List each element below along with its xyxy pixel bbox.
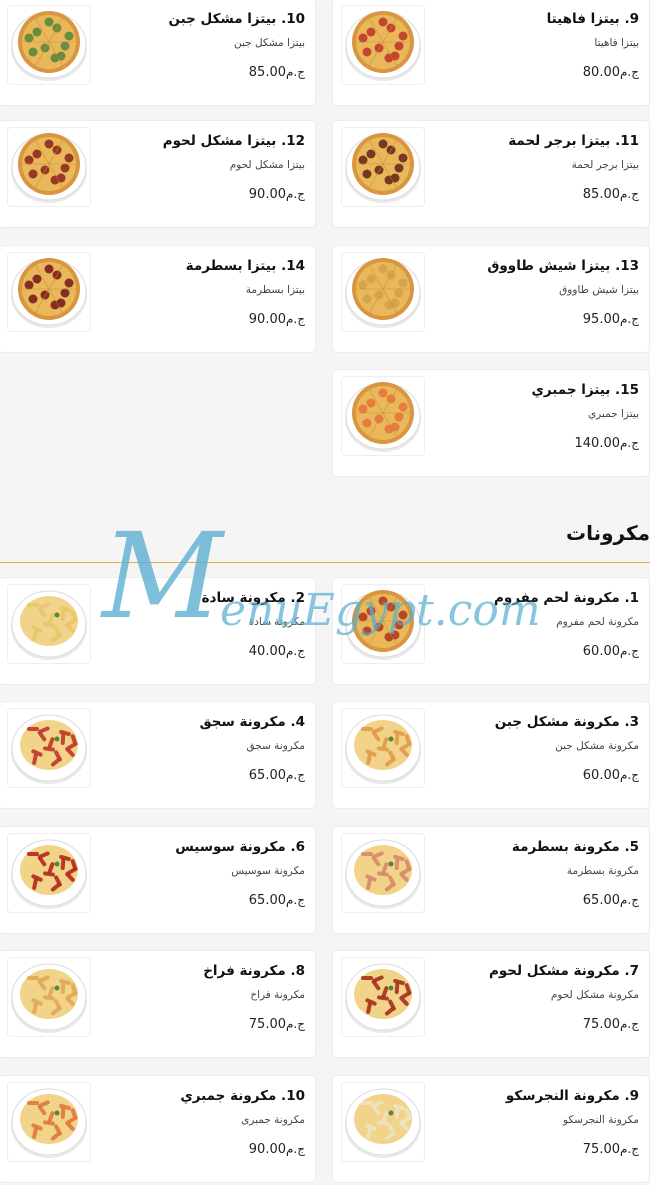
item-name: 12. بيتزا مشكل لحوم <box>162 133 305 149</box>
section-divider <box>0 562 650 563</box>
item-name: 3. مكرونة مشكل جبن <box>494 714 639 730</box>
item-name: 14. بيتزا بسطرمة <box>185 258 305 274</box>
item-description: مكرونة مشكل لحوم <box>550 989 639 1001</box>
menu-item-card[interactable]: 2. مكرونة سادة مكرونة سادة 40.00ج.م <box>0 577 316 685</box>
menu-item-card[interactable]: 7. مكرونة مشكل لحوم مكرونة مشكل لحوم 75.… <box>332 950 650 1058</box>
food-image <box>341 376 425 456</box>
menu-item-card[interactable]: 6. مكرونة سوسيس مكرونة سوسيس 65.00ج.م <box>0 826 316 934</box>
item-name: 11. بيتزا برجر لحمة <box>508 133 639 149</box>
item-description: مكرونة سجق <box>246 740 305 752</box>
item-name: 8. مكرونة فراخ <box>203 963 305 979</box>
item-description: مكرونة جمبرى <box>241 1114 305 1126</box>
food-image <box>7 127 91 207</box>
item-price: 40.00ج.م <box>248 644 305 659</box>
item-price: 90.00ج.م <box>248 312 305 327</box>
item-description: مكرونة مشكل جبن <box>555 740 639 752</box>
menu-item-card[interactable]: 9. مكرونة النجرسكو مكرونة النجرسكو 75.00… <box>332 1075 650 1183</box>
food-image <box>341 252 425 332</box>
item-price: 85.00ج.م <box>582 187 639 202</box>
item-name: 1. مكرونة لحم مفروم <box>493 590 639 606</box>
menu-item-card[interactable]: 8. مكرونة فراخ مكرونة فراخ 75.00ج.م <box>0 950 316 1058</box>
food-image <box>341 708 425 788</box>
section-title: مكرونات <box>565 521 650 545</box>
food-image <box>341 1082 425 1162</box>
item-name: 10. بيتزا مشكل جبن <box>168 11 305 27</box>
item-description: بيتزا شيش طاووق <box>559 284 639 296</box>
item-price: 95.00ج.م <box>582 312 639 327</box>
food-image <box>7 252 91 332</box>
food-image <box>341 957 425 1037</box>
menu-item-card[interactable]: 13. بيتزا شيش طاووق بيتزا شيش طاووق 95.0… <box>332 245 650 353</box>
menu-item-card[interactable]: 12. بيتزا مشكل لحوم بيتزا مشكل لحوم 90.0… <box>0 120 316 228</box>
menu-item-card[interactable]: 11. بيتزا برجر لحمة بيتزا برجر لحمة 85.0… <box>332 120 650 228</box>
item-price: 75.00ج.م <box>248 1017 305 1032</box>
item-price: 65.00ج.م <box>582 893 639 908</box>
menu-item-card[interactable]: 1. مكرونة لحم مفروم مكرونة لحم مفروم 60.… <box>332 577 650 685</box>
food-image <box>7 1082 91 1162</box>
item-name: 9. مكرونة النجرسكو <box>505 1088 639 1104</box>
food-image <box>7 708 91 788</box>
item-description: مكرونة سوسيس <box>231 865 305 877</box>
item-description: بيتزا جمبري <box>587 408 639 420</box>
food-image <box>7 833 91 913</box>
item-name: 5. مكرونة بسطرمة <box>511 839 639 855</box>
menu-item-card[interactable]: 15. بيتزا جمبري بيتزا جمبري 140.00ج.م <box>332 369 650 477</box>
food-image <box>341 833 425 913</box>
item-name: 9. بيتزا فاهيتا <box>546 11 639 27</box>
item-price: 80.00ج.م <box>582 65 639 80</box>
food-image <box>341 584 425 664</box>
item-name: 7. مكرونة مشكل لحوم <box>488 963 639 979</box>
menu-item-card[interactable]: 14. بيتزا بسطرمة بيتزا بسطرمة 90.00ج.م <box>0 245 316 353</box>
item-description: مكرونة بسطرمة <box>566 865 639 877</box>
item-price: 90.00ج.م <box>248 187 305 202</box>
menu-item-card[interactable]: 5. مكرونة بسطرمة مكرونة بسطرمة 65.00ج.م <box>332 826 650 934</box>
food-image <box>7 584 91 664</box>
item-price: 60.00ج.م <box>582 644 639 659</box>
item-price: 75.00ج.م <box>582 1017 639 1032</box>
item-description: بيتزا مشكل جبن <box>233 37 305 49</box>
menu-item-card[interactable]: 9. بيتزا فاهيتا بيتزا فاهيتا 80.00ج.م <box>332 0 650 106</box>
item-name: 13. بيتزا شيش طاووق <box>487 258 639 274</box>
item-description: بيتزا برجر لحمة <box>571 159 639 171</box>
item-description: مكرونة لحم مفروم <box>556 616 639 628</box>
item-name: 2. مكرونة سادة <box>201 590 305 606</box>
food-image <box>7 957 91 1037</box>
item-description: بيتزا مشكل لحوم <box>229 159 305 171</box>
item-name: 15. بيتزا جمبري <box>531 382 639 398</box>
food-image <box>7 5 91 85</box>
menu-item-card[interactable]: 10. مكرونة جمبري مكرونة جمبرى 90.00ج.م <box>0 1075 316 1183</box>
item-name: 10. مكرونة جمبري <box>180 1088 305 1104</box>
item-description: مكرونة سادة <box>248 616 305 628</box>
item-name: 6. مكرونة سوسيس <box>175 839 305 855</box>
item-price: 60.00ج.م <box>582 768 639 783</box>
menu-item-card[interactable]: 4. مكرونة سجق مكرونة سجق 65.00ج.م <box>0 701 316 809</box>
item-description: مكرونة النجرسكو <box>562 1114 639 1126</box>
item-price: 85.00ج.م <box>248 65 305 80</box>
food-image <box>341 127 425 207</box>
item-name: 4. مكرونة سجق <box>199 714 305 730</box>
item-description: مكرونة فراخ <box>250 989 305 1001</box>
food-image <box>341 5 425 85</box>
item-price: 90.00ج.م <box>248 1142 305 1157</box>
menu-item-card[interactable]: 10. بيتزا مشكل جبن بيتزا مشكل جبن 85.00ج… <box>0 0 316 106</box>
item-description: بيتزا فاهيتا <box>594 37 639 49</box>
item-price: 75.00ج.م <box>582 1142 639 1157</box>
item-price: 140.00ج.م <box>574 436 640 451</box>
item-price: 65.00ج.م <box>248 768 305 783</box>
item-price: 65.00ج.م <box>248 893 305 908</box>
menu-item-card[interactable]: 3. مكرونة مشكل جبن مكرونة مشكل جبن 60.00… <box>332 701 650 809</box>
item-description: بيتزا بسطرمة <box>245 284 305 296</box>
